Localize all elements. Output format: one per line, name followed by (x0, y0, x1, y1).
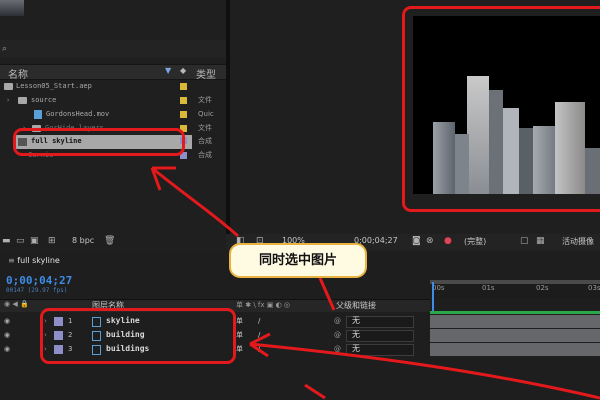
annotation-arrows (150, 166, 600, 400)
arrow-pointer (318, 277, 336, 311)
arrow-to-layers (249, 342, 600, 400)
arrow-to-project-item (151, 166, 240, 238)
annotation-callout: 同时选中图片 (229, 243, 367, 278)
arrow-pointer (304, 383, 326, 400)
